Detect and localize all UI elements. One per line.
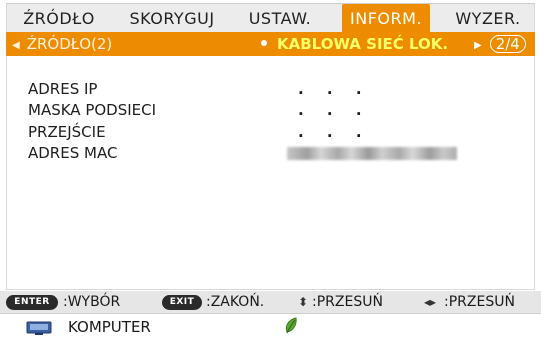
info-label: ADRES MAC <box>28 144 118 162</box>
current-page-label: KABLOWA SIEĆ LOK. <box>277 35 449 53</box>
tab-wyzer[interactable]: WYZER. <box>447 4 529 33</box>
prev-page-label: ŹRÓDŁO(2) <box>26 35 113 53</box>
move-horizontal-help-text: :PRZESUŃ <box>444 294 515 310</box>
source-bar: KOMPUTER <box>0 313 541 338</box>
info-label: PRZEJŚCIE <box>28 123 106 141</box>
info-value: . . . <box>298 80 371 98</box>
move-vertical-help-text: :PRZESUŃ <box>312 294 383 310</box>
current-page-title: KABLOWA SIEĆ LOK. <box>261 32 448 56</box>
enter-help-text: :WYBÓR <box>63 294 121 310</box>
left-arrow-icon: ◀ <box>12 40 20 51</box>
tab-inform[interactable]: INFORM. <box>342 4 430 35</box>
next-page-button[interactable]: ▶ 2/4 <box>474 32 526 56</box>
exit-help-text: :ZAKOŃ. <box>206 294 265 310</box>
exit-key-badge: EXIT <box>162 295 202 310</box>
help-bar: ENTER :WYBÓR EXIT :ZAKOŃ. ⬍ :PRZESUŃ ◂▸ … <box>0 291 541 313</box>
source-label: KOMPUTER <box>68 318 151 336</box>
page-indicator: 2/4 <box>489 35 526 53</box>
dot-icon <box>261 40 267 46</box>
enter-key-badge: ENTER <box>6 295 58 310</box>
left-right-arrows-icon: ◂▸ <box>424 295 437 309</box>
prev-page-button[interactable]: ◀ ŹRÓDŁO(2) <box>12 32 112 56</box>
tab-ustaw[interactable]: USTAW. <box>233 4 327 33</box>
menu-tabs: ŹRÓDŁO SKORYGUJ USTAW. INFORM. WYZER. <box>6 3 535 35</box>
right-arrow-icon: ▶ <box>474 40 482 51</box>
info-value: . . . <box>298 123 371 141</box>
info-label: MASKA PODSIECI <box>28 101 157 119</box>
eco-leaf-icon <box>285 317 297 334</box>
projector-osd-menu: ŹRÓDŁO SKORYGUJ USTAW. INFORM. WYZER. ◀ Ź… <box>0 0 541 338</box>
tab-zrodlo[interactable]: ŹRÓDŁO <box>15 4 103 33</box>
info-label: ADRES IP <box>28 80 98 98</box>
mac-address-redacted <box>287 147 457 160</box>
sub-menu-bar: ◀ ŹRÓDŁO(2) KABLOWA SIEĆ LOK. ▶ 2/4 <box>6 32 535 56</box>
monitor-icon <box>26 321 52 335</box>
tab-skoryguj[interactable]: SKORYGUJ <box>117 4 227 33</box>
info-panel: ADRES IP . . . MASKA PODSIECI . . . PRZE… <box>6 56 535 290</box>
up-down-arrows-icon: ⬍ <box>298 295 309 309</box>
info-value: . . . <box>298 101 371 119</box>
